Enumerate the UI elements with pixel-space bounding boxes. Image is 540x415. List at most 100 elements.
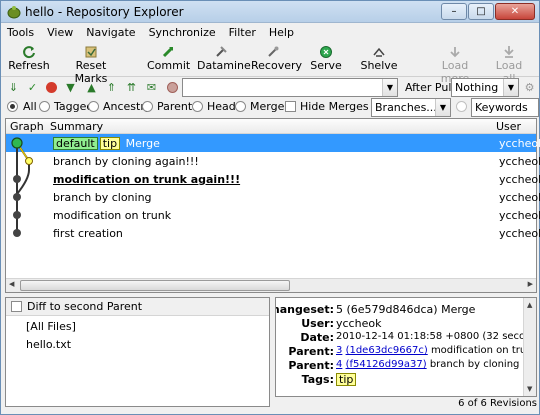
date-value: 2010-12-14 01:18:58 +0800 (32 seconds ag… bbox=[336, 331, 524, 342]
keywords-input[interactable]: Keywords bbox=[471, 98, 539, 117]
refresh-button[interactable]: Refresh bbox=[7, 45, 51, 75]
datamine-button[interactable]: Datamine bbox=[197, 45, 251, 75]
keywords-radio[interactable] bbox=[456, 101, 467, 112]
tortoisehg-app-icon bbox=[7, 6, 21, 19]
push-up-icon[interactable]: ⇑ bbox=[105, 81, 118, 94]
graph-column-header[interactable]: Graph bbox=[10, 120, 44, 133]
revision-summary: branch by cloning bbox=[53, 191, 152, 204]
maximize-button[interactable]: □ bbox=[468, 3, 494, 20]
recovery-label: Recovery bbox=[251, 59, 303, 72]
graph-horizontal-scrollbar[interactable]: ◀ ▶ bbox=[6, 278, 536, 292]
scroll-left-icon[interactable]: ◀ bbox=[9, 280, 14, 288]
parent-label: Parent: bbox=[288, 359, 334, 372]
revision-user: yccheok bbox=[499, 227, 540, 240]
hide-merges-checkbox[interactable] bbox=[285, 101, 296, 112]
revision-user: yccheok bbox=[499, 191, 540, 204]
changeset-label: Changeset: bbox=[276, 303, 334, 316]
user-label: User: bbox=[301, 317, 334, 330]
keywords-placeholder: Keywords bbox=[475, 101, 528, 114]
branches-combo[interactable]: Branches... ▼ bbox=[371, 98, 451, 117]
revision-summary: modification on trunk bbox=[53, 209, 172, 222]
diff-toggle-row: Diff to second Parent bbox=[6, 298, 269, 316]
graph-node bbox=[11, 137, 23, 149]
push-all-icon[interactable]: ⇈ bbox=[125, 81, 138, 94]
revision-user: yccheok bbox=[499, 137, 540, 150]
serve-button[interactable]: Serve bbox=[309, 45, 343, 75]
user-column-header[interactable]: User bbox=[496, 120, 521, 133]
remote-path-combo[interactable]: ▼ bbox=[182, 78, 398, 97]
filter-bar: All Tagged Ancestry Parents Heads Merges… bbox=[1, 98, 539, 118]
file-list-item[interactable]: [All Files] bbox=[26, 320, 76, 333]
parent1-number-link[interactable]: 3 bbox=[336, 345, 342, 356]
revision-summary: default tip Merge bbox=[53, 137, 160, 150]
menu-filter[interactable]: Filter bbox=[229, 26, 256, 39]
tip-tag: tip bbox=[336, 373, 357, 386]
menu-synchronize[interactable]: Synchronize bbox=[149, 26, 216, 39]
minimize-button[interactable]: – bbox=[441, 3, 467, 20]
date-label: Date: bbox=[300, 331, 334, 344]
reset-marks-button[interactable]: Reset Marks bbox=[61, 45, 121, 85]
load-all-button[interactable]: Load all bbox=[489, 45, 529, 85]
settings-gear-icon[interactable]: ⚙ bbox=[523, 81, 536, 94]
title-bar: hello - Repository Explorer – □ ✕ bbox=[1, 1, 539, 23]
revision-row[interactable]: branch by cloning yccheok bbox=[6, 188, 540, 206]
scrollbar-thumb[interactable] bbox=[20, 280, 290, 291]
outgoing-icon[interactable]: ▲ bbox=[85, 81, 98, 94]
graph-node bbox=[13, 229, 21, 237]
revision-row[interactable]: modification on trunk yccheok bbox=[6, 206, 540, 224]
filter-ancestry-radio[interactable] bbox=[88, 101, 99, 112]
filter-merges-radio[interactable] bbox=[235, 101, 246, 112]
menu-tools[interactable]: Tools bbox=[7, 26, 34, 39]
filter-heads-radio[interactable] bbox=[192, 101, 203, 112]
pull-down-icon[interactable]: ▼ bbox=[64, 81, 77, 94]
revision-row[interactable]: default tip Merge yccheok bbox=[6, 134, 540, 152]
menu-view[interactable]: View bbox=[47, 26, 73, 39]
revision-summary: branch by cloning again!!! bbox=[53, 155, 199, 168]
user-value: yccheok bbox=[336, 317, 382, 330]
load-more-button[interactable]: Load more bbox=[429, 45, 481, 85]
scroll-down-icon[interactable]: ▼ bbox=[527, 385, 532, 393]
revision-row[interactable]: modification on trunk again!!! yccheok bbox=[6, 170, 540, 188]
diff-second-parent-label: Diff to second Parent bbox=[27, 300, 143, 313]
menu-navigate[interactable]: Navigate bbox=[86, 26, 135, 39]
revision-row[interactable]: first creation yccheok bbox=[6, 224, 540, 242]
revision-row[interactable]: branch by cloning again!!! yccheok bbox=[6, 152, 540, 170]
branches-placeholder: Branches... bbox=[375, 101, 437, 114]
chevron-down-icon[interactable]: ▼ bbox=[435, 99, 450, 116]
after-pull-select[interactable]: Nothing ▼ bbox=[451, 78, 519, 97]
parent2-hash-link[interactable]: (f54126d99a37) bbox=[346, 359, 427, 370]
parent1-hash-link[interactable]: (1de63dc9667c) bbox=[346, 345, 428, 356]
file-list-item[interactable]: hello.txt bbox=[26, 338, 71, 351]
repository-explorer-window: hello - Repository Explorer – □ ✕ Tools … bbox=[0, 0, 540, 415]
scroll-up-icon[interactable]: ▲ bbox=[527, 301, 532, 309]
reject-icon[interactable] bbox=[45, 81, 58, 94]
details-vertical-scrollbar[interactable]: ▲ ▼ bbox=[523, 298, 536, 396]
shelve-button[interactable]: Shelve bbox=[359, 45, 399, 75]
diff-second-parent-checkbox[interactable] bbox=[11, 301, 22, 312]
chevron-down-icon[interactable]: ▼ bbox=[382, 79, 397, 96]
sync-toolbar: ⇓ ✓ ▼ ▲ ⇑ ⇈ ✉ ▼ After Pull: Nothing ▼ ⚙ bbox=[1, 78, 539, 98]
accept-check-icon[interactable]: ✓ bbox=[26, 81, 39, 94]
scroll-right-icon[interactable]: ▶ bbox=[528, 280, 533, 288]
parent2-number-link[interactable]: 4 bbox=[336, 359, 342, 370]
menu-help[interactable]: Help bbox=[269, 26, 294, 39]
refresh-label: Refresh bbox=[8, 59, 50, 72]
revision-graph bbox=[11, 137, 33, 237]
filter-all-radio[interactable] bbox=[7, 101, 18, 112]
filter-tagged-radio[interactable] bbox=[39, 101, 50, 112]
close-button[interactable]: ✕ bbox=[495, 3, 535, 20]
filter-parents-radio[interactable] bbox=[142, 101, 153, 112]
commit-label: Commit bbox=[147, 59, 191, 72]
email-icon[interactable]: ✉ bbox=[145, 81, 158, 94]
changeset-details-panel: Changeset: 5 (6e579d846dca) Merge User: … bbox=[275, 297, 537, 397]
refresh-icon bbox=[23, 46, 35, 59]
revision-summary: first creation bbox=[53, 227, 123, 240]
summary-column-header[interactable]: Summary bbox=[50, 120, 103, 133]
incoming-arrow-icon[interactable]: ⇓ bbox=[7, 81, 20, 94]
stop-icon[interactable] bbox=[166, 81, 179, 94]
recovery-button[interactable]: Recovery bbox=[251, 45, 302, 75]
commit-button[interactable]: Commit bbox=[147, 45, 191, 75]
detail-row-parent2: Parent: 4 (f54126d99a37) branch by cloni… bbox=[276, 359, 524, 372]
chevron-down-icon[interactable]: ▼ bbox=[503, 79, 518, 96]
filter-all-label: All bbox=[23, 100, 37, 113]
